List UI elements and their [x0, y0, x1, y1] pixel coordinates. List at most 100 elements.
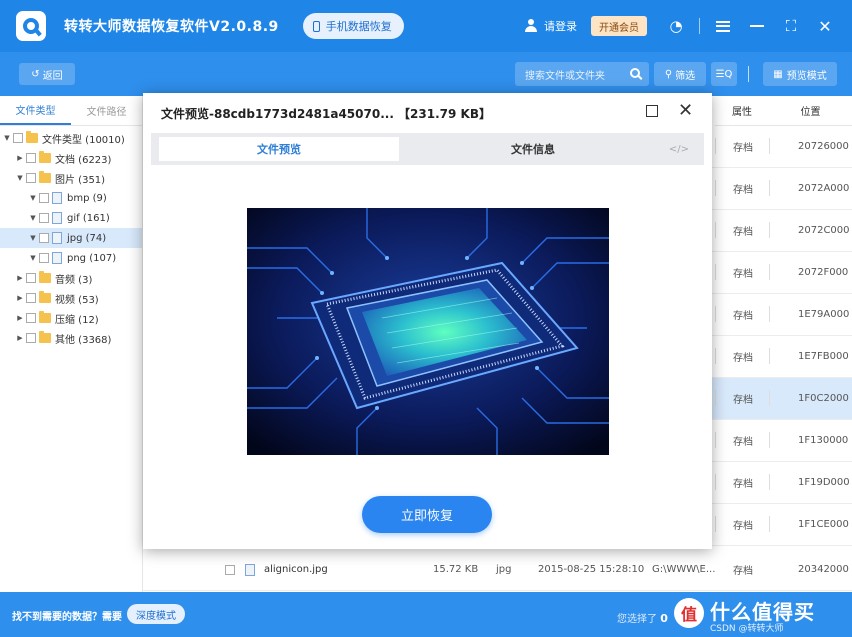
file-attr: 存档 — [733, 227, 753, 238]
watermark-logo: 值 — [674, 598, 704, 628]
column-header-position[interactable]: 位置 — [769, 96, 852, 126]
tab-file-preview[interactable]: 文件预览 — [159, 137, 399, 161]
tab-file-path[interactable]: 文件路径 — [71, 96, 142, 125]
tree-item[interactable]: ▶ 音频 (3) — [0, 268, 142, 288]
file-icon — [52, 212, 62, 224]
divider — [769, 222, 770, 238]
divider — [715, 180, 716, 196]
file-position: 1E79A000 — [798, 309, 850, 320]
toolbar: ↺ 返回 搜索文件或文件夹 ⚲ 筛选 ☰Q ▦ 预览模式 — [0, 52, 852, 96]
tree-item[interactable]: ▶ 文档 (6223) — [0, 148, 142, 168]
file-attr: 存档 — [733, 185, 753, 196]
divider — [769, 432, 770, 448]
checkbox-icon[interactable] — [39, 193, 49, 203]
checkbox-icon[interactable] — [26, 293, 36, 303]
selection-prefix: 您选择了 — [617, 614, 657, 625]
checkbox-icon[interactable] — [39, 233, 49, 243]
help-icon[interactable]: ◔ — [665, 15, 687, 37]
checkbox-icon[interactable] — [39, 213, 49, 223]
table-row[interactable]: alignicon.jpg 15.72 KB jpg 2015-08-25 15… — [143, 549, 852, 591]
tree-item[interactable]: ▼ jpg (74) — [0, 228, 142, 248]
tree-item[interactable]: ▼ bmp (9) — [0, 188, 142, 208]
user-icon[interactable] — [524, 19, 538, 33]
close-icon[interactable]: ✕ — [814, 15, 836, 37]
chevron-down-icon[interactable]: ▼ — [3, 134, 11, 142]
divider — [715, 474, 716, 490]
filter-button[interactable]: ⚲ 筛选 — [654, 62, 706, 86]
chevron-right-icon[interactable]: ▶ — [16, 314, 24, 322]
divider — [769, 306, 770, 322]
back-button[interactable]: ↺ 返回 — [19, 63, 75, 85]
tree-item-label: bmp (9) — [67, 192, 107, 204]
phone-recovery-button[interactable]: 手机数据恢复 — [302, 13, 404, 39]
file-attr: 存档 — [733, 437, 753, 448]
tree-item-label: 音频 (3) — [55, 274, 93, 286]
checkbox-icon[interactable] — [225, 564, 235, 575]
column-header-attr[interactable]: 属性 — [715, 96, 769, 126]
checkbox-icon[interactable] — [26, 333, 36, 343]
search-input[interactable]: 搜索文件或文件夹 — [515, 62, 649, 86]
chevron-down-icon[interactable]: ▼ — [16, 174, 24, 182]
file-icon — [245, 563, 255, 576]
preview-mode-button[interactable]: ▦ 预览模式 — [763, 62, 837, 86]
deep-mode-button[interactable]: 深度模式 — [127, 604, 185, 624]
vip-button[interactable]: 开通会员 — [591, 16, 647, 36]
tree-item[interactable]: ▼ 文件类型 (10010) — [0, 128, 142, 148]
maximize-icon[interactable]: ⛶ — [780, 15, 802, 37]
tree-item[interactable]: ▼ 图片 (351) — [0, 168, 142, 188]
minimize-icon[interactable] — [746, 15, 768, 37]
chevron-right-icon[interactable]: ▶ — [16, 154, 24, 162]
selection-number: 0 — [660, 612, 668, 625]
checkbox-icon[interactable] — [39, 253, 49, 263]
chevron-down-icon[interactable]: ▼ — [29, 194, 37, 202]
tree-item-label: gif (161) — [67, 212, 110, 224]
checkbox-icon[interactable] — [26, 313, 36, 323]
close-icon[interactable]: ✕ — [678, 100, 693, 121]
divider — [715, 138, 716, 154]
tree-item-label: 其他 (3368) — [55, 334, 112, 346]
chevron-down-icon[interactable]: ▼ — [29, 214, 37, 222]
login-link[interactable]: 请登录 — [544, 18, 577, 34]
file-icon — [52, 192, 62, 204]
chevron-right-icon[interactable]: ▶ — [16, 294, 24, 302]
tree-item[interactable]: ▶ 其他 (3368) — [0, 328, 142, 348]
tree-item[interactable]: ▶ 视频 (53) — [0, 288, 142, 308]
checkbox-icon[interactable] — [26, 273, 36, 283]
divider — [715, 264, 716, 280]
tree-item[interactable]: ▼ gif (161) — [0, 208, 142, 228]
selection-count: 您选择了 0 — [617, 610, 668, 625]
file-date: 2015-08-25 15:28:10 — [538, 564, 645, 575]
checkbox-icon[interactable] — [26, 153, 36, 163]
chevron-down-icon[interactable]: ▼ — [29, 234, 37, 242]
restore-now-button[interactable]: 立即恢复 — [362, 496, 492, 533]
tree-item[interactable]: ▼ png (107) — [0, 248, 142, 268]
tree-item[interactable]: ▶ 压缩 (12) — [0, 308, 142, 328]
watermark-csdn: CSDN @转转大师 — [710, 624, 784, 634]
checkbox-icon[interactable] — [13, 133, 23, 143]
file-position: 2072F000 — [798, 267, 849, 278]
search-placeholder: 搜索文件或文件夹 — [525, 70, 605, 82]
chevron-right-icon[interactable]: ▶ — [16, 334, 24, 342]
chevron-down-icon[interactable]: ▼ — [29, 254, 37, 262]
file-preview-dialog: 文件预览-88cdb1773d2481a45070... 【231.79 KB】… — [143, 93, 712, 549]
search-icon[interactable] — [630, 68, 640, 78]
maximize-icon[interactable] — [646, 105, 658, 117]
file-icon — [52, 232, 62, 244]
folder-icon — [39, 151, 51, 163]
dialog-tabs: 文件预览 文件信息 </> — [151, 133, 704, 165]
divider — [715, 222, 716, 238]
list-view-button[interactable]: ☰Q — [711, 62, 737, 86]
menu-icon[interactable] — [712, 15, 734, 37]
tab-file-info[interactable]: 文件信息 — [413, 137, 653, 161]
file-attr: 存档 — [733, 311, 753, 322]
divider — [715, 432, 716, 448]
checkbox-icon[interactable] — [26, 173, 36, 183]
folder-icon — [39, 291, 51, 303]
tab-file-type[interactable]: 文件类型 — [0, 96, 71, 125]
chevron-right-icon[interactable]: ▶ — [16, 274, 24, 282]
app-title: 转转大师数据恢复软件V2.0.8.9 — [64, 19, 279, 35]
tab-code-view[interactable]: </> — [667, 137, 691, 161]
phone-icon — [312, 20, 320, 32]
file-attr: 存档 — [733, 143, 753, 154]
divider — [699, 18, 700, 34]
